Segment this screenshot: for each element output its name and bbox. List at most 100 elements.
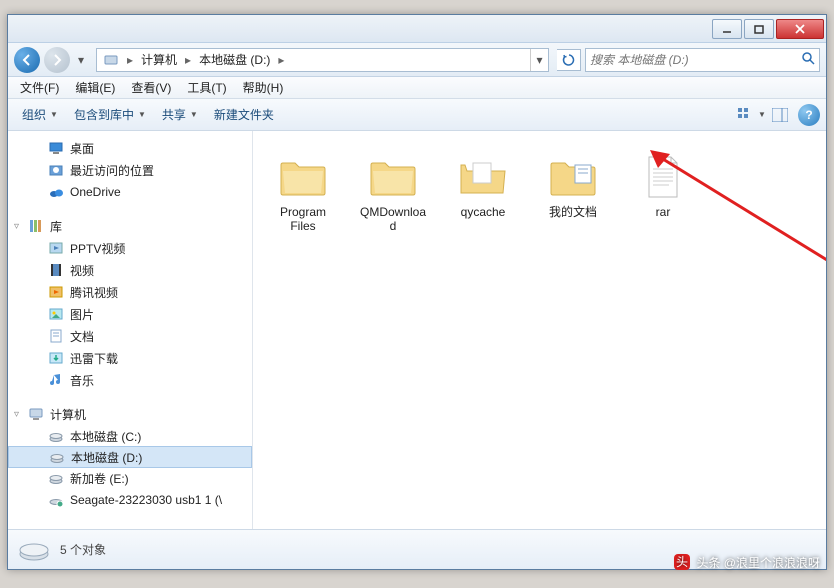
tree-item-label: 桌面	[70, 140, 94, 157]
chevron-right-icon: ▸	[125, 53, 135, 67]
desktop-icon	[48, 140, 64, 156]
breadcrumb-dropdown[interactable]: ▾	[530, 49, 548, 71]
sidebar-computer-label: 计算机	[50, 406, 86, 423]
sidebar-libraries-label: 库	[50, 218, 62, 235]
sidebar: 桌面最近访问的位置 OneDrive ▿ 库 PPTV视频视频腾讯视频图片文档迅雷…	[8, 131, 253, 529]
sidebar-drive-item[interactable]: 本地磁盘 (C:)	[8, 425, 252, 447]
tree-item-label: 视频	[70, 262, 94, 279]
menubar: 文件(F) 编辑(E) 查看(V) 工具(T) 帮助(H)	[8, 77, 826, 99]
file-label: Program Files	[267, 205, 339, 233]
netdrive-icon	[48, 492, 64, 508]
organize-button[interactable]: 组织▼	[14, 103, 66, 127]
close-button[interactable]	[776, 19, 824, 39]
view-options-button[interactable]: ▼	[738, 103, 766, 127]
folder-icon	[279, 153, 327, 201]
menu-tools[interactable]: 工具(T)	[179, 77, 234, 98]
drive-icon	[18, 538, 50, 562]
sidebar-lib-item[interactable]: 音乐	[8, 369, 252, 391]
tree-item-label: 本地磁盘 (D:)	[71, 449, 142, 466]
txt-icon	[639, 153, 687, 201]
sidebar-fav-item[interactable]: OneDrive	[8, 181, 252, 203]
collapse-icon[interactable]: ▿	[14, 409, 19, 420]
history-dropdown[interactable]: ▾	[74, 49, 88, 71]
tree-item-label: 迅雷下载	[70, 350, 118, 367]
tencent-icon	[48, 284, 64, 300]
recent-icon	[48, 162, 64, 178]
file-label: qycache	[461, 205, 506, 219]
share-button[interactable]: 共享▼	[154, 103, 206, 127]
tree-item-label: 新加卷 (E:)	[70, 470, 129, 487]
pictures-icon	[48, 306, 64, 322]
breadcrumb-root-icon[interactable]	[97, 49, 125, 71]
file-label: rar	[656, 205, 671, 219]
breadcrumb-seg-drive[interactable]: 本地磁盘 (D:)	[193, 49, 276, 71]
minimize-button[interactable]	[712, 19, 742, 39]
sidebar-lib-item[interactable]: 迅雷下载	[8, 347, 252, 369]
file-label: QMDownload	[357, 205, 429, 233]
statusbar: 5 个对象	[8, 529, 826, 569]
library-icon	[28, 218, 44, 234]
menu-help[interactable]: 帮助(H)	[235, 77, 292, 98]
drive-icon	[48, 428, 64, 444]
collapse-icon[interactable]: ▿	[14, 221, 19, 232]
drive-icon	[49, 449, 65, 465]
sidebar-drive-item[interactable]: 新加卷 (E:)	[8, 467, 252, 489]
folder-icon	[369, 153, 417, 201]
tree-item-label: 图片	[70, 306, 94, 323]
file-item[interactable]: 我的文档	[533, 149, 613, 237]
sidebar-lib-item[interactable]: 视频	[8, 259, 252, 281]
sidebar-drive-item[interactable]: 本地磁盘 (D:)	[8, 446, 252, 468]
tree-item-label: 最近访问的位置	[70, 162, 154, 179]
include-library-button[interactable]: 包含到库中▼	[66, 103, 154, 127]
computer-icon	[28, 406, 44, 422]
refresh-button[interactable]	[557, 49, 581, 71]
back-button[interactable]	[14, 47, 40, 73]
sidebar-lib-item[interactable]: 腾讯视频	[8, 281, 252, 303]
sidebar-libraries-root[interactable]: ▿ 库	[8, 215, 252, 237]
download-icon	[48, 350, 64, 366]
file-pane[interactable]: Program Files QMDownload qycache 我的文档 rar	[253, 131, 826, 529]
titlebar	[8, 15, 826, 43]
sidebar-lib-item[interactable]: 图片	[8, 303, 252, 325]
toolbar: 组织▼ 包含到库中▼ 共享▼ 新建文件夹 ▼ ?	[8, 99, 826, 131]
file-item[interactable]: rar	[623, 149, 703, 237]
file-item[interactable]: qycache	[443, 149, 523, 237]
search-box[interactable]	[585, 48, 820, 72]
tree-item-label: PPTV视频	[70, 240, 125, 257]
body-area: 桌面最近访问的位置 OneDrive ▿ 库 PPTV视频视频腾讯视频图片文档迅雷…	[8, 131, 826, 529]
docs-icon	[48, 328, 64, 344]
sidebar-lib-item[interactable]: PPTV视频	[8, 237, 252, 259]
film-icon	[48, 262, 64, 278]
breadcrumb-seg-computer[interactable]: 计算机	[135, 49, 183, 71]
tree-item-label: 本地磁盘 (C:)	[70, 428, 141, 445]
new-folder-button[interactable]: 新建文件夹	[206, 103, 282, 127]
forward-button[interactable]	[44, 47, 70, 73]
video-icon	[48, 240, 64, 256]
status-text: 5 个对象	[60, 541, 106, 558]
help-button[interactable]: ?	[798, 104, 820, 126]
menu-view[interactable]: 查看(V)	[123, 77, 179, 98]
sidebar-computer-root[interactable]: ▿ 计算机	[8, 403, 252, 425]
preview-pane-button[interactable]	[766, 103, 794, 127]
chevron-right-icon: ▸	[183, 53, 193, 67]
folder-open-icon	[459, 153, 507, 201]
chevron-right-icon: ▸	[276, 53, 286, 67]
sidebar-lib-item[interactable]: 文档	[8, 325, 252, 347]
tree-item-label: Seagate-23223030 usb1 1 (\	[70, 493, 222, 507]
menu-file[interactable]: 文件(F)	[12, 77, 67, 98]
tree-item-label: 腾讯视频	[70, 284, 118, 301]
search-icon[interactable]	[801, 51, 815, 68]
drive-icon	[48, 470, 64, 486]
menu-edit[interactable]: 编辑(E)	[67, 77, 123, 98]
search-input[interactable]	[590, 53, 801, 67]
breadcrumb[interactable]: ▸ 计算机 ▸ 本地磁盘 (D:) ▸ ▾	[96, 48, 549, 72]
file-item[interactable]: Program Files	[263, 149, 343, 237]
maximize-button[interactable]	[744, 19, 774, 39]
navbar: ▾ ▸ 计算机 ▸ 本地磁盘 (D:) ▸ ▾	[8, 43, 826, 77]
sidebar-fav-item[interactable]: 桌面	[8, 137, 252, 159]
folder-doc-icon	[549, 153, 597, 201]
file-item[interactable]: QMDownload	[353, 149, 433, 237]
file-label: 我的文档	[549, 205, 597, 219]
sidebar-drive-item[interactable]: Seagate-23223030 usb1 1 (\	[8, 489, 252, 511]
sidebar-fav-item[interactable]: 最近访问的位置	[8, 159, 252, 181]
